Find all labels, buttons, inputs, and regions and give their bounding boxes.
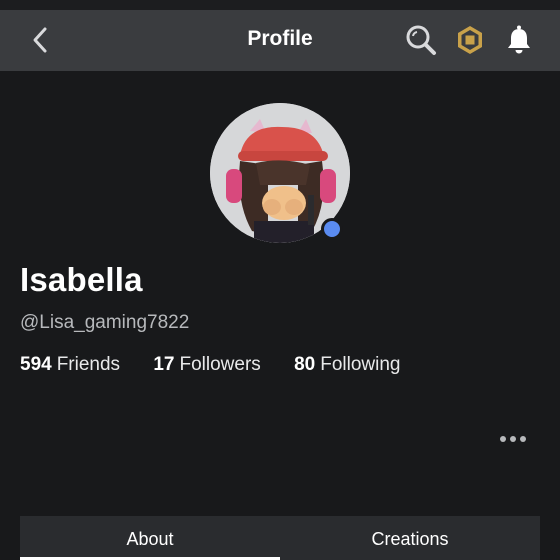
following-label: Following	[320, 354, 401, 375]
followers-label: Followers	[179, 354, 261, 375]
status-bar-strip	[0, 0, 560, 10]
robux-button[interactable]	[452, 22, 488, 58]
more-dot-icon	[500, 436, 506, 442]
online-status-indicator	[321, 218, 343, 240]
search-button[interactable]	[403, 22, 439, 58]
friends-stat[interactable]: 594 Friends	[20, 354, 120, 376]
friends-label: Friends	[56, 354, 121, 375]
notifications-button[interactable]	[501, 22, 537, 58]
app-header: Profile	[0, 10, 560, 71]
tab-creations[interactable]: Creations	[280, 516, 540, 560]
following-count: 80	[294, 354, 316, 375]
more-options-button[interactable]	[496, 428, 530, 450]
robux-icon	[458, 26, 482, 54]
bell-icon	[508, 25, 530, 54]
profile-stats: 594 Friends 17 Followers 80 Following	[20, 354, 428, 376]
profile-tabs: About Creations	[20, 516, 540, 560]
friends-count: 594	[20, 354, 52, 375]
followers-count: 17	[153, 354, 175, 375]
more-dot-icon	[510, 436, 516, 442]
following-stat[interactable]: 80 Following	[294, 354, 400, 376]
tab-about[interactable]: About	[20, 516, 280, 560]
display-name: Isabella	[20, 261, 143, 298]
search-icon	[406, 25, 436, 55]
more-dot-icon	[520, 436, 526, 442]
username: @Lisa_gaming7822	[20, 312, 190, 333]
followers-stat[interactable]: 17 Followers	[153, 354, 260, 376]
